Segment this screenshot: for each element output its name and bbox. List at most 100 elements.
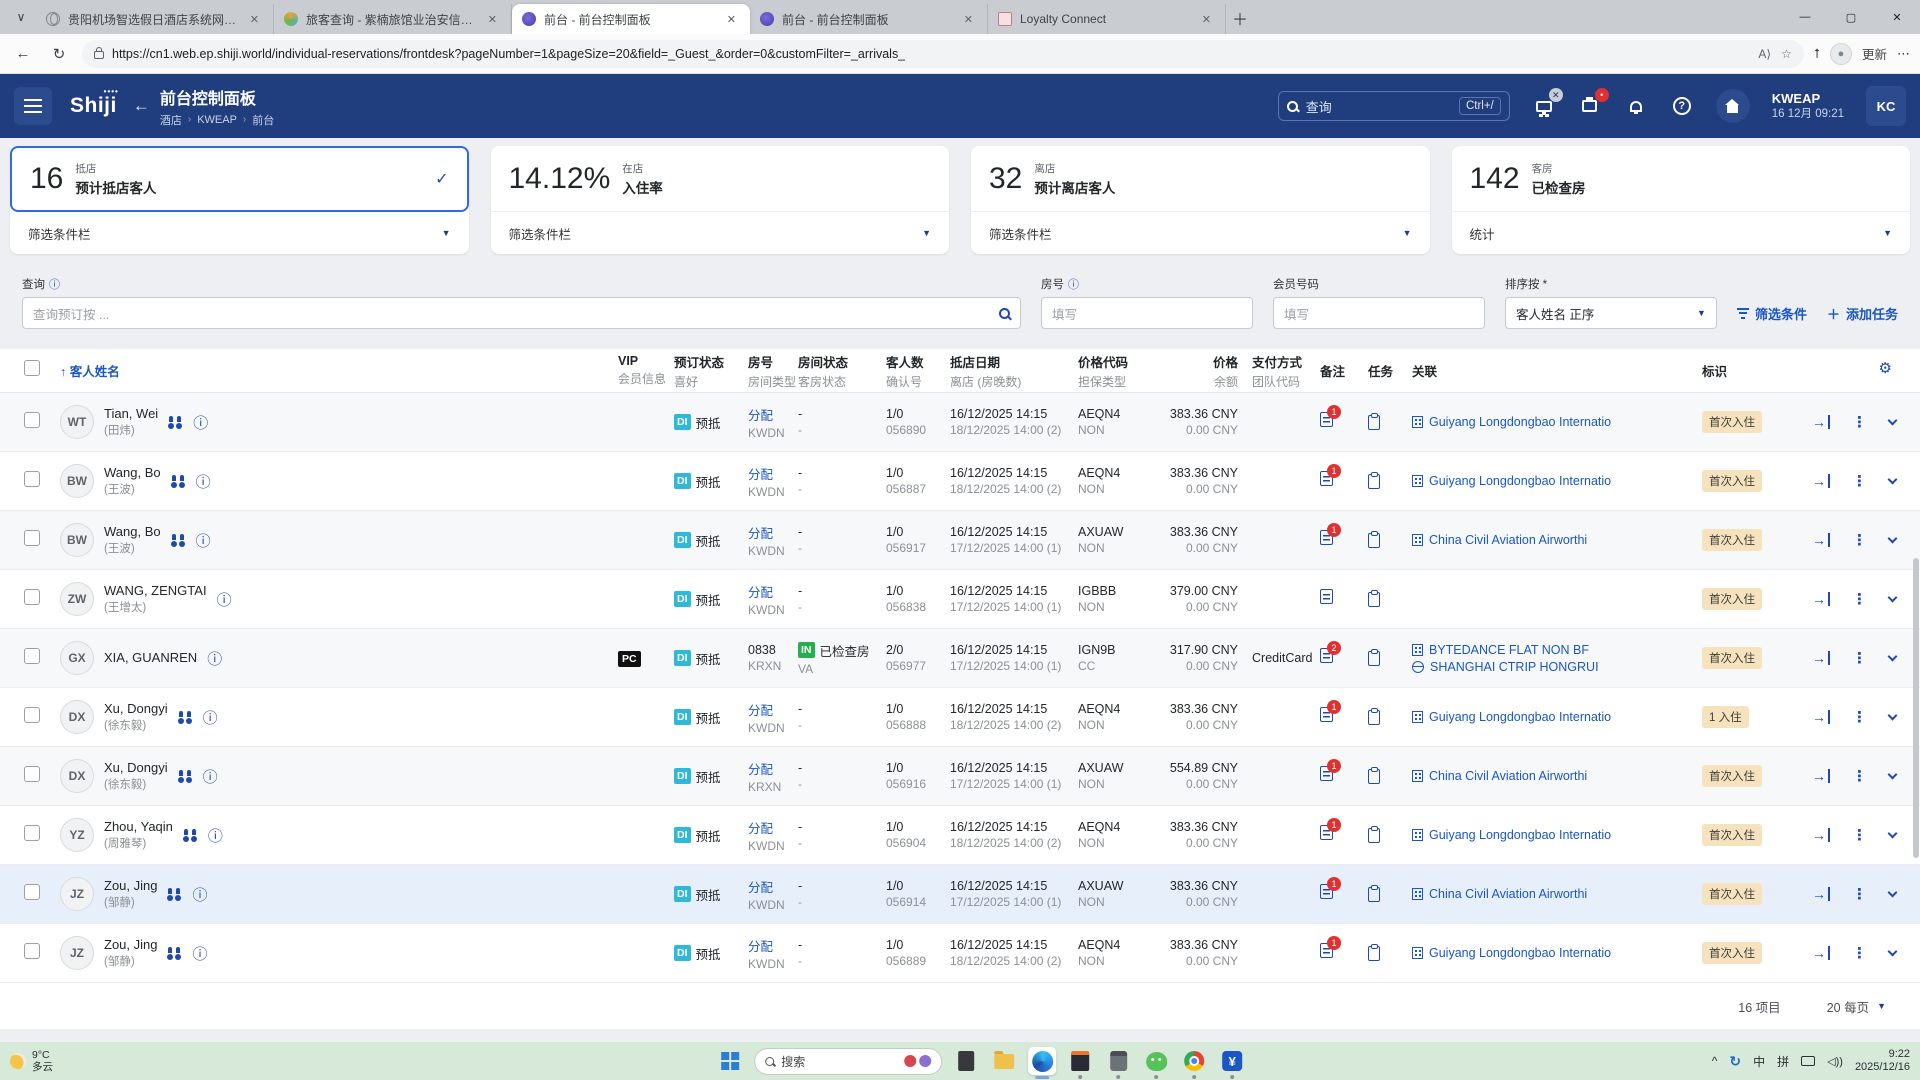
row-menu-kebab-icon[interactable]: ⋮ xyxy=(1852,649,1867,667)
favorites-bar-icon[interactable]: ⭡ xyxy=(1814,46,1820,62)
taskbar-weather-widget[interactable]: 9°C 多云 xyxy=(10,1049,53,1073)
guest-name[interactable]: Wang, Bo xyxy=(104,524,161,539)
row-expand-chevron-icon[interactable] xyxy=(1888,770,1898,780)
info-icon[interactable]: ⓘ xyxy=(193,412,208,433)
table-row[interactable]: JZ Zou, Jing (邹静) ⓘ DI预抵 分配 KWDN - - 1/0… xyxy=(0,865,1920,924)
row-checkbox[interactable] xyxy=(24,648,40,664)
row-menu-kebab-icon[interactable]: ⋮ xyxy=(1852,472,1867,490)
tasks-clipboard-icon[interactable] xyxy=(1368,887,1380,902)
guest-name[interactable]: WANG, ZENGTAI xyxy=(104,583,207,598)
guest-name[interactable]: Zou, Jing xyxy=(104,878,157,893)
info-icon[interactable]: ⓘ xyxy=(207,648,222,669)
companions-icon[interactable] xyxy=(183,829,198,842)
tasks-clipboard-icon[interactable] xyxy=(1368,533,1380,548)
column-arrival-date[interactable]: 抵店日期离店 (房晚数) xyxy=(950,352,1078,390)
notifications-button[interactable] xyxy=(1624,94,1648,118)
notes-button[interactable]: 2 xyxy=(1320,648,1333,663)
taskbar-search-input[interactable]: 搜索 xyxy=(754,1048,942,1075)
read-aloud-icon[interactable]: A⟩ xyxy=(1758,47,1771,61)
row-checkbox[interactable] xyxy=(24,471,40,487)
column-price[interactable]: 价格余额 xyxy=(1148,352,1238,390)
speaker-icon[interactable]: ◁)) xyxy=(1827,1055,1843,1068)
row-checkbox[interactable] xyxy=(24,707,40,723)
home-button[interactable] xyxy=(1716,89,1750,123)
row-expand-chevron-icon[interactable] xyxy=(1888,947,1898,957)
sort-by-select[interactable]: 客人姓名 正序 ▼ xyxy=(1505,297,1717,329)
companions-icon[interactable] xyxy=(171,475,186,488)
row-menu-kebab-icon[interactable]: ⋮ xyxy=(1852,944,1867,962)
notes-button[interactable]: 0 xyxy=(1320,589,1333,604)
notes-button[interactable]: 1 xyxy=(1320,412,1333,427)
browser-menu-icon[interactable]: ⋯ xyxy=(1897,46,1910,62)
room-assign-link[interactable]: 分配 xyxy=(748,936,798,955)
breadcrumb-frontdesk[interactable]: 前台 xyxy=(252,112,274,128)
column-guest-name[interactable]: ↑ 客人姓名 xyxy=(60,361,618,381)
table-row[interactable]: BW Wang, Bo (王波) ⓘ DI预抵 分配 KWDN - - 1/0 … xyxy=(0,511,1920,570)
check-in-icon[interactable]: → xyxy=(1812,768,1830,784)
check-in-icon[interactable]: → xyxy=(1812,709,1830,725)
add-task-button[interactable]: ＋ 添加任务 xyxy=(1827,297,1898,329)
tray-overflow-chevron[interactable]: ^ xyxy=(1712,1054,1718,1068)
notes-button[interactable]: 1 xyxy=(1320,943,1333,958)
back-arrow-icon[interactable]: ← xyxy=(133,96,150,116)
row-checkbox[interactable] xyxy=(24,412,40,428)
tasks-clipboard-icon[interactable] xyxy=(1368,710,1380,725)
tab-close-icon[interactable]: ✕ xyxy=(246,11,263,28)
tasks-clipboard-icon[interactable] xyxy=(1368,415,1380,430)
select-all-checkbox[interactable] xyxy=(24,360,40,376)
filter-bar-dropdown[interactable]: 筛选条件栏 ▼ xyxy=(971,212,1430,254)
notes-button[interactable]: 1 xyxy=(1320,471,1333,486)
vertical-scrollbar[interactable] xyxy=(1913,558,1919,858)
table-settings-gear-icon[interactable]: ⚙ xyxy=(1879,359,1892,377)
taskbar-clock[interactable]: 9:22 2025/12/16 xyxy=(1855,1048,1910,1074)
taskbar-finance-app[interactable]: ¥ xyxy=(1218,1047,1246,1075)
taskbar-calculator-app[interactable] xyxy=(1104,1047,1132,1075)
check-in-icon[interactable]: → xyxy=(1812,473,1830,489)
room-assign-link[interactable]: 分配 xyxy=(748,582,798,601)
taskbar-notepad-app[interactable] xyxy=(952,1047,980,1075)
table-row[interactable]: BW Wang, Bo (王波) ⓘ DI预抵 分配 KWDN - - 1/0 … xyxy=(0,452,1920,511)
companions-icon[interactable] xyxy=(171,534,186,547)
relation-link[interactable]: Guiyang Longdongbao Internatio xyxy=(1412,828,1702,842)
sync-icon[interactable]: ↻ xyxy=(1729,1053,1741,1070)
window-maximize-button[interactable]: ▢ xyxy=(1828,0,1874,34)
guest-name[interactable]: Tian, Wei xyxy=(104,406,158,421)
column-relations[interactable]: 关联 xyxy=(1412,361,1702,380)
member-number-input[interactable]: 填写 xyxy=(1273,297,1485,329)
info-icon[interactable]: ⓘ xyxy=(1068,276,1079,292)
row-expand-chevron-icon[interactable] xyxy=(1888,829,1898,839)
filter-conditions-button[interactable]: 筛选条件 xyxy=(1737,297,1807,329)
check-in-icon[interactable]: → xyxy=(1812,414,1830,430)
row-expand-chevron-icon[interactable] xyxy=(1888,534,1898,544)
row-expand-chevron-icon[interactable] xyxy=(1888,652,1898,662)
companions-icon[interactable] xyxy=(167,888,182,901)
page-size-select[interactable]: 20 每页 ▼ xyxy=(1827,997,1886,1016)
relation-link[interactable]: China Civil Aviation Airworthi xyxy=(1412,769,1702,783)
notes-button[interactable]: 1 xyxy=(1320,707,1333,722)
breadcrumb-hotel[interactable]: 酒店 xyxy=(160,112,182,128)
new-tab-button[interactable]: ＋ xyxy=(1226,4,1254,32)
row-checkbox[interactable] xyxy=(24,884,40,900)
tab-close-icon[interactable]: ✕ xyxy=(960,11,977,28)
table-row[interactable]: DX Xu, Dongyi (徐东毅) ⓘ DI预抵 分配 KRXN - - 1… xyxy=(0,747,1920,806)
check-in-icon[interactable]: → xyxy=(1812,945,1830,961)
refresh-button[interactable]: ↻ xyxy=(46,41,72,67)
room-assign-link[interactable]: 分配 xyxy=(748,700,798,719)
guest-name[interactable]: Xu, Dongyi xyxy=(104,701,168,716)
stat-card-occupancy[interactable]: 14.12% 在店 入住率 筛选条件栏 ▼ xyxy=(491,146,950,254)
browser-update-button[interactable]: 更新 xyxy=(1862,44,1887,63)
reservation-search-input[interactable]: 查询预订按 ... xyxy=(22,297,1021,329)
back-button[interactable]: ← xyxy=(10,41,36,67)
relation-link[interactable]: Guiyang Longdongbao Internatio xyxy=(1412,474,1702,488)
row-checkbox[interactable] xyxy=(24,589,40,605)
guest-name[interactable]: XIA, GUANREN xyxy=(104,650,197,665)
row-menu-kebab-icon[interactable]: ⋮ xyxy=(1852,708,1867,726)
row-expand-chevron-icon[interactable] xyxy=(1888,711,1898,721)
check-in-icon[interactable]: → xyxy=(1812,650,1830,666)
row-expand-chevron-icon[interactable] xyxy=(1888,593,1898,603)
taskbar-chrome-app[interactable] xyxy=(1180,1047,1208,1075)
table-row[interactable]: GX XIA, GUANREN ⓘ PC DI预抵 0838 KRXN IN已检… xyxy=(0,629,1920,688)
relation-link[interactable]: Guiyang Longdongbao Internatio xyxy=(1412,415,1702,429)
row-checkbox[interactable] xyxy=(24,825,40,841)
stat-card-inspected-rooms[interactable]: 142 客房 已检查房 统计 ▼ xyxy=(1452,146,1911,254)
